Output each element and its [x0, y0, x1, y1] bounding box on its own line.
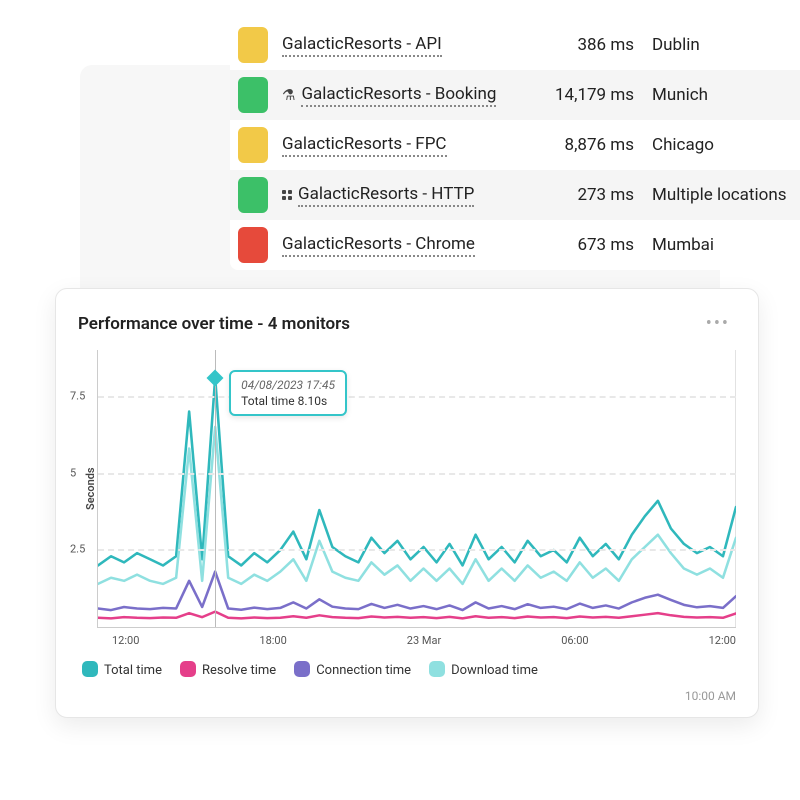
- response-time: 273 ms: [542, 185, 652, 205]
- x-axis-ticks: 12:00 18:00 23 Mar 06:00 12:00: [78, 628, 736, 647]
- table-row[interactable]: GalacticResorts - API 386 ms Dublin: [230, 20, 800, 70]
- flask-icon: [282, 85, 295, 105]
- legend-swatch: [294, 661, 310, 677]
- response-time: 14,179 ms: [542, 85, 652, 105]
- chart-timestamp: 10:00 AM: [685, 689, 736, 703]
- legend-label: Connection time: [316, 663, 411, 678]
- tooltip-date: 04/08/2023 17:45: [241, 378, 335, 392]
- status-badge: [238, 177, 268, 213]
- table-row[interactable]: GalacticResorts - Booking 14,179 ms Muni…: [230, 70, 800, 120]
- x-tick-label: 23 Mar: [407, 634, 441, 647]
- chart-plot-area[interactable]: 2.557.504/08/2023 17:45Total time 8.10s: [97, 350, 736, 628]
- chart-tooltip: 04/08/2023 17:45 Total time 8.10s: [229, 370, 347, 416]
- legend-item[interactable]: Total time: [82, 661, 162, 678]
- location: Dublin: [652, 35, 792, 55]
- monitor-name-link[interactable]: GalacticResorts - API: [282, 34, 442, 57]
- legend-label: Download time: [451, 663, 538, 678]
- table-row[interactable]: GalacticResorts - FPC 8,876 ms Chicago: [230, 120, 800, 170]
- location: Mumbai: [652, 235, 792, 255]
- x-tick-label: 12:00: [112, 634, 139, 647]
- table-row[interactable]: GalacticResorts - HTTP 273 ms Multiple l…: [230, 170, 800, 220]
- performance-chart-card: Performance over time - 4 monitors ••• S…: [55, 288, 759, 718]
- monitor-name-link[interactable]: GalacticResorts - Chrome: [282, 234, 475, 257]
- legend-item[interactable]: Resolve time: [180, 661, 276, 678]
- monitor-name-link[interactable]: GalacticResorts - Booking: [301, 84, 496, 107]
- response-time: 673 ms: [542, 235, 652, 255]
- legend-item[interactable]: Connection time: [294, 661, 411, 678]
- x-tick-label: 18:00: [259, 634, 286, 647]
- legend-label: Resolve time: [202, 663, 276, 678]
- monitor-table: GalacticResorts - API 386 ms Dublin Gala…: [230, 20, 800, 270]
- status-badge: [238, 27, 268, 63]
- y-tick-label: 7.5: [70, 390, 85, 403]
- status-badge: [238, 77, 268, 113]
- more-options-button[interactable]: •••: [700, 309, 736, 338]
- status-badge: [238, 127, 268, 163]
- legend-swatch: [429, 661, 445, 677]
- chart-title: Performance over time - 4 monitors: [78, 314, 350, 334]
- monitor-name-link[interactable]: GalacticResorts - FPC: [282, 134, 447, 157]
- hover-guideline: [215, 350, 216, 627]
- legend-swatch: [82, 661, 98, 677]
- chart-legend: Total time Resolve time Connection time Dow…: [78, 661, 736, 678]
- location: Multiple locations: [652, 185, 792, 205]
- tooltip-value: Total time 8.10s: [241, 394, 335, 408]
- location: Chicago: [652, 135, 792, 155]
- legend-item[interactable]: Download time: [429, 661, 538, 678]
- x-tick-label: 12:00: [709, 634, 736, 647]
- status-badge: [238, 227, 268, 263]
- y-tick-label: 5: [70, 466, 76, 479]
- y-tick-label: 2.5: [70, 543, 85, 556]
- response-time: 8,876 ms: [542, 135, 652, 155]
- response-time: 386 ms: [542, 35, 652, 55]
- legend-label: Total time: [104, 663, 162, 678]
- table-row[interactable]: GalacticResorts - Chrome 673 ms Mumbai: [230, 220, 800, 270]
- location: Munich: [652, 85, 792, 105]
- concurrent-icon: [282, 190, 292, 200]
- legend-swatch: [180, 661, 196, 677]
- x-tick-label: 06:00: [561, 634, 588, 647]
- monitor-name-link[interactable]: GalacticResorts - HTTP: [298, 184, 474, 207]
